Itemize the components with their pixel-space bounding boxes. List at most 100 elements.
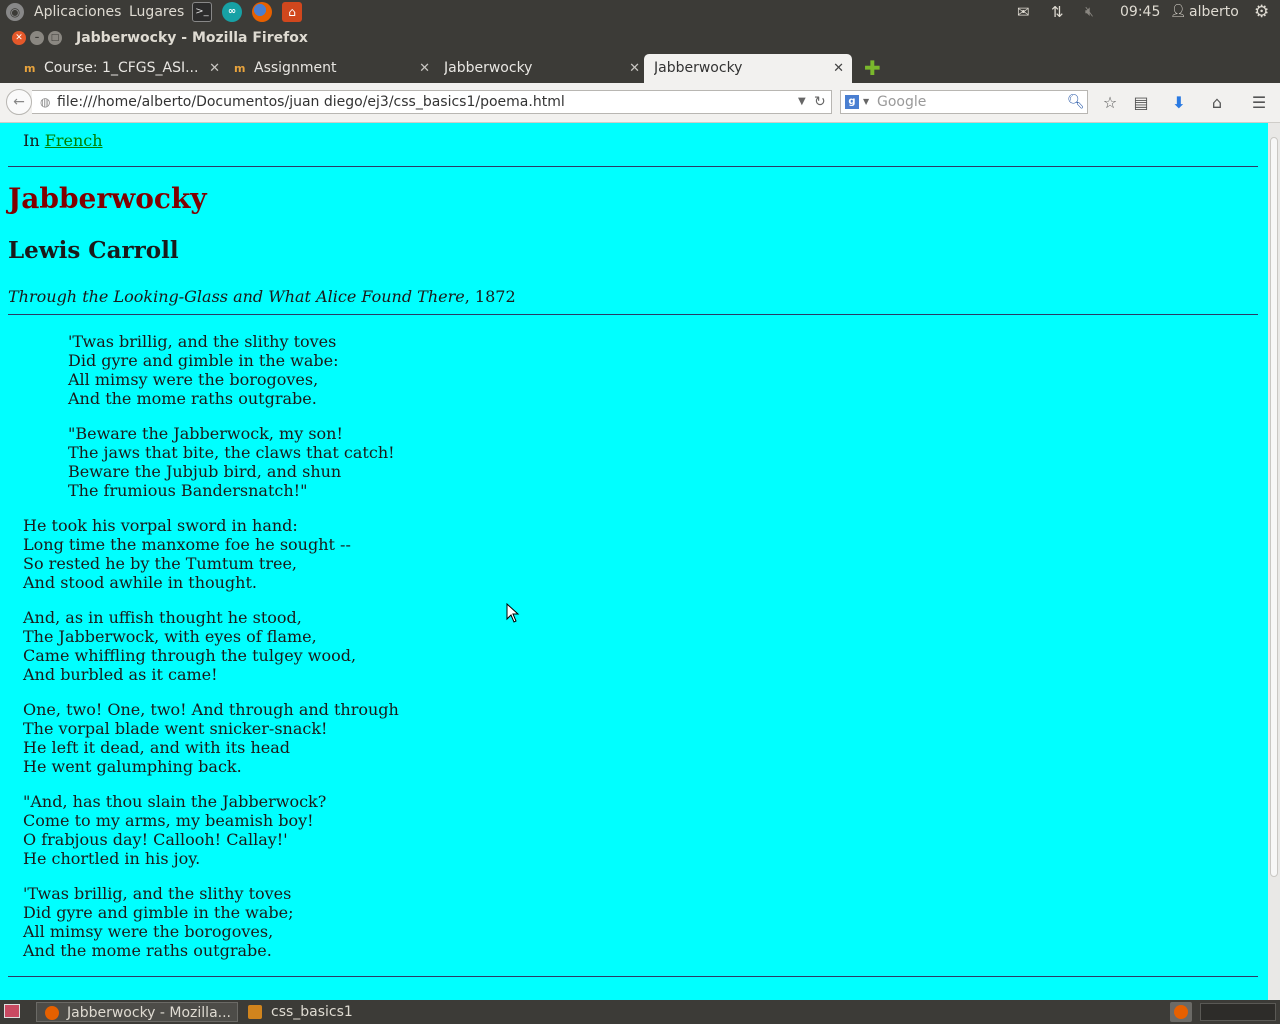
- minimize-window-icon[interactable]: –: [30, 31, 44, 45]
- verse-line: And stood awhile in thought.: [23, 573, 257, 592]
- moodle-icon: m: [24, 62, 36, 75]
- volume-muted-icon[interactable]: 🔇︎: [1085, 0, 1094, 24]
- divider: [8, 314, 1258, 315]
- verse-line: The Jabberwock, with eyes of flame,: [23, 627, 317, 646]
- tab-label: Course: 1_CFGS_ASI...: [44, 60, 199, 76]
- places-menu[interactable]: Lugares: [129, 0, 184, 24]
- verse-line: Come to my arms, my beamish boy!: [23, 811, 314, 830]
- task-label: css_basics1: [271, 1004, 353, 1020]
- verse-line: So rested he by the Tumtum tree,: [23, 554, 297, 573]
- task-files[interactable]: css_basics1: [242, 1002, 442, 1022]
- firefox-icon[interactable]: [252, 2, 272, 22]
- firefox-icon: [45, 1006, 59, 1020]
- mail-icon[interactable]: ✉: [1017, 0, 1030, 24]
- vertical-scrollbar[interactable]: [1268, 123, 1280, 1000]
- new-tab-icon[interactable]: ✚: [864, 56, 881, 80]
- ubuntu-logo-icon[interactable]: ◉: [6, 3, 24, 21]
- search-bar[interactable]: g ▼ Google 🔍︎: [840, 90, 1088, 114]
- firefox-icon: [1174, 1005, 1188, 1019]
- globe-icon: ◍: [40, 95, 51, 109]
- verse-line: He left it dead, and with its head: [23, 738, 291, 757]
- reload-icon[interactable]: ↻: [814, 91, 826, 113]
- verse-line: And burbled as it came!: [23, 665, 218, 684]
- task-label: Jabberwocky - Mozilla...: [67, 1005, 232, 1021]
- verse-line: Did gyre and gimble in the wabe;: [23, 903, 294, 922]
- clock[interactable]: 09:45: [1120, 0, 1160, 24]
- folder-icon: [248, 1005, 262, 1019]
- firefox-icon[interactable]: [1170, 1002, 1192, 1022]
- url-bar[interactable]: ◍ file:///home/alberto/Documentos/juan d…: [32, 90, 832, 114]
- workspace-switcher[interactable]: [1200, 1003, 1276, 1021]
- language-line: In French: [23, 131, 103, 150]
- stanza: 'Twas brillig, and the slithy toves Did …: [68, 332, 339, 408]
- verse-line: And the mome raths outgrabe.: [23, 941, 272, 960]
- engine-dropdown-icon[interactable]: ▼: [863, 91, 869, 113]
- verse-line: 'Twas brillig, and the slithy toves: [23, 884, 292, 903]
- french-link[interactable]: French: [45, 131, 103, 150]
- verse-line: Beware the Jubjub bird, and shun: [68, 462, 342, 481]
- url-text[interactable]: file:///home/alberto/Documentos/juan die…: [57, 91, 565, 113]
- downloads-icon[interactable]: ⬇: [1168, 92, 1190, 114]
- tab-assignment[interactable]: m Assignment ✕: [230, 54, 438, 83]
- arduino-icon[interactable]: ∞: [222, 2, 242, 22]
- verse-line: The jaws that bite, the claws that catch…: [68, 443, 395, 462]
- task-firefox[interactable]: Jabberwocky - Mozilla...: [36, 1002, 238, 1022]
- stanza: 'Twas brillig, and the slithy toves Did …: [23, 884, 294, 960]
- stanza: And, as in uffish thought he stood, The …: [23, 608, 356, 684]
- mouse-cursor-icon: [506, 603, 520, 623]
- applications-menu[interactable]: Aplicaciones: [34, 0, 121, 24]
- moodle-icon: m: [234, 62, 246, 75]
- bookmark-star-icon[interactable]: ☆: [1099, 92, 1121, 114]
- user-name[interactable]: alberto: [1189, 0, 1239, 24]
- close-icon[interactable]: ✕: [209, 54, 220, 83]
- search-icon[interactable]: 🔍︎: [1067, 91, 1085, 113]
- verse-line: "Beware the Jabberwock, my son!: [68, 424, 343, 443]
- verse-line: The frumious Bandersnatch!": [68, 481, 308, 500]
- verse-line: Did gyre and gimble in the wabe:: [68, 351, 339, 370]
- taskbar: Jabberwocky - Mozilla... css_basics1: [0, 1000, 1280, 1024]
- window-titlebar: ✕ – □ Jabberwocky - Mozilla Firefox: [0, 24, 1280, 52]
- scrollbar-thumb[interactable]: [1270, 137, 1278, 877]
- menu-icon[interactable]: ☰: [1248, 92, 1270, 114]
- terminal-icon[interactable]: >_: [192, 2, 212, 22]
- verse-line: All mimsy were the borogoves,: [68, 370, 319, 389]
- verse-line: All mimsy were the borogoves,: [23, 922, 274, 941]
- stanza: He took his vorpal sword in hand: Long t…: [23, 516, 351, 592]
- stanza: "And, has thou slain the Jabberwock? Com…: [23, 792, 326, 868]
- verse-line: "And, has thou slain the Jabberwock?: [23, 792, 327, 811]
- close-icon[interactable]: ✕: [419, 54, 430, 83]
- dropdown-arrow-icon[interactable]: ▼: [798, 91, 806, 113]
- tab-jabberwocky[interactable]: Jabberwocky ✕: [440, 54, 648, 83]
- page-title: Jabberwocky: [8, 182, 207, 215]
- close-icon[interactable]: ✕: [629, 54, 640, 83]
- maximize-window-icon[interactable]: □: [48, 31, 62, 45]
- show-desktop-icon[interactable]: [4, 1004, 20, 1018]
- reading-list-icon[interactable]: ▤: [1130, 92, 1152, 114]
- tab-jabberwocky-active[interactable]: Jabberwocky ✕: [644, 54, 852, 83]
- tab-course[interactable]: m Course: 1_CFGS_ASI... ✕: [20, 54, 228, 83]
- verse-line: O frabjous day! Callooh! Callay!': [23, 830, 288, 849]
- verse-line: Long time the manxome foe he sought --: [23, 535, 351, 554]
- close-icon[interactable]: ✕: [833, 54, 844, 83]
- back-arrow-icon[interactable]: ←: [6, 89, 32, 115]
- search-input[interactable]: Google: [877, 91, 926, 113]
- close-window-icon[interactable]: ✕: [12, 31, 26, 45]
- book-year: , 1872: [464, 287, 516, 306]
- top-panel: ◉ Aplicaciones Lugares >_ ∞ ⌂ ✉ ⇅ 🔇︎ 09:…: [0, 0, 1280, 24]
- user-icon[interactable]: 👤︎: [1170, 0, 1187, 24]
- window-title: Jabberwocky - Mozilla Firefox: [76, 30, 308, 46]
- home-folder-icon[interactable]: ⌂: [282, 2, 302, 22]
- book-title: Through the Looking-Glass and What Alice…: [8, 287, 465, 306]
- tab-label: Jabberwocky: [444, 60, 533, 76]
- divider: [8, 166, 1258, 167]
- network-icon[interactable]: ⇅: [1051, 0, 1064, 24]
- divider: [8, 976, 1258, 977]
- home-icon[interactable]: ⌂: [1206, 92, 1228, 114]
- google-icon[interactable]: g: [845, 95, 859, 109]
- verse-line: He went galumphing back.: [23, 757, 242, 776]
- verse-line: And the mome raths outgrabe.: [68, 389, 317, 408]
- stanza: "Beware the Jabberwock, my son! The jaws…: [68, 424, 395, 500]
- verse-line: Came whiffling through the tulgey wood,: [23, 646, 357, 665]
- settings-gear-icon[interactable]: ⚙: [1254, 0, 1269, 24]
- verse-line: And, as in uffish thought he stood,: [23, 608, 302, 627]
